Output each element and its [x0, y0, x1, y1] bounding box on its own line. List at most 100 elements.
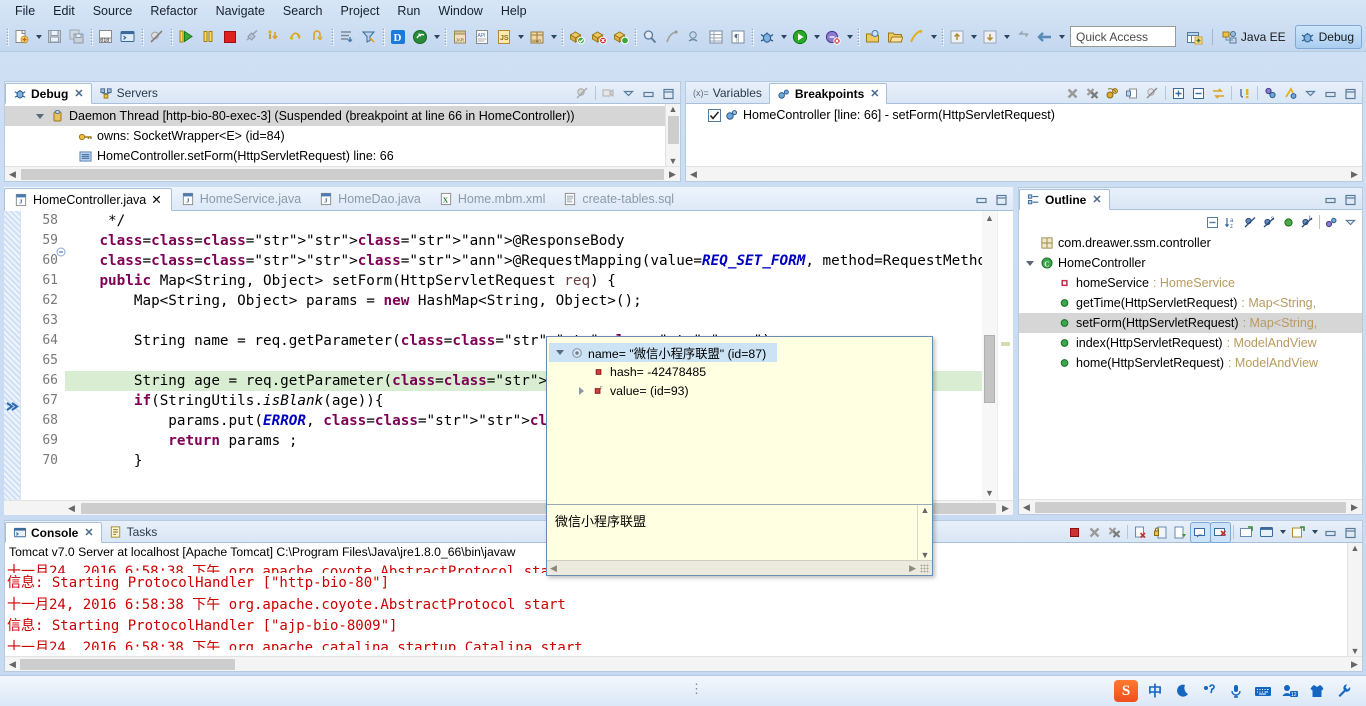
new-console-icon[interactable] — [1289, 523, 1308, 542]
paragraph-icon[interactable]: ¶ — [727, 26, 749, 48]
menu-source[interactable]: Source — [84, 1, 142, 21]
debug-tree-vscrollbar[interactable]: ▲ ▼ — [665, 104, 680, 166]
hide-fields-icon[interactable] — [1241, 213, 1260, 232]
hide-local-types-icon[interactable]: L — [1298, 213, 1317, 232]
code-line[interactable]: Map<String, Object> params = new HashMap… — [65, 291, 982, 311]
minimize-icon[interactable] — [639, 84, 658, 103]
breakpoint-checkbox[interactable] — [708, 108, 721, 122]
scroll-right-icon[interactable]: ▶ — [1347, 502, 1362, 513]
user-box-icon[interactable]: 12 — [1280, 680, 1300, 702]
perspective-debug[interactable]: Debug — [1294, 25, 1362, 49]
outline-row[interactable]: com.dreawer.ssm.controller — [1019, 233, 1362, 253]
menu-help[interactable]: Help — [492, 1, 536, 21]
tab-variables[interactable]: (x)= Variables — [686, 82, 769, 103]
scroll-down-icon[interactable]: ▼ — [666, 156, 681, 166]
spring-icon[interactable] — [409, 26, 431, 48]
menu-refactor[interactable]: Refactor — [141, 1, 206, 21]
scroll-up-icon[interactable]: ▲ — [982, 213, 997, 223]
close-icon[interactable]: ✕ — [870, 87, 879, 100]
tab-debug[interactable]: Debug ✕ — [5, 83, 92, 104]
quick-access-input[interactable]: Quick Access — [1070, 26, 1176, 47]
editor-tab-1[interactable]: J HomeService.java — [172, 187, 310, 210]
tab-console[interactable]: Console ✕ — [5, 522, 102, 543]
scrollbar-thumb[interactable] — [667, 116, 679, 144]
toolbar-grip[interactable] — [90, 27, 93, 46]
remove-breakpoint-icon[interactable] — [1063, 84, 1082, 103]
outline-row[interactable]: setForm(HttpServletRequest) : Map<String… — [1019, 313, 1362, 333]
display-selected-console-icon[interactable] — [1210, 521, 1231, 543]
remove-launch-icon[interactable] — [1085, 523, 1104, 542]
drop-to-frame-icon[interactable] — [336, 26, 358, 48]
tab-servers[interactable]: Servers — [92, 82, 165, 103]
menu-project[interactable]: Project — [332, 1, 389, 21]
clear-console-icon[interactable] — [1131, 523, 1150, 542]
outline-row[interactable]: C HomeController — [1019, 253, 1362, 273]
scroll-right-icon[interactable]: ▶ — [998, 503, 1013, 514]
close-icon[interactable]: ✕ — [1092, 193, 1101, 206]
back-icon[interactable] — [1034, 26, 1056, 48]
breakpoint-group-icon[interactable] — [1261, 84, 1280, 103]
tab-breakpoints[interactable]: Breakpoints ✕ — [768, 83, 888, 104]
close-icon[interactable]: ✕ — [84, 526, 93, 539]
expand-twisty[interactable] — [553, 346, 566, 359]
api-doc-icon[interactable]: API — [471, 26, 493, 48]
hide-static-icon[interactable]: s — [1260, 213, 1279, 232]
scroll-left-icon[interactable]: ◀ — [686, 169, 701, 180]
variable-row[interactable]: Fvalue= (id=93) — [571, 381, 930, 400]
scrollbar-thumb[interactable] — [21, 168, 664, 180]
taskbar-overflow-icon[interactable]: ⋮ — [690, 681, 704, 697]
editor-marker-bar[interactable] — [4, 211, 21, 500]
chevron-down-icon[interactable] — [1309, 521, 1320, 543]
outline-row[interactable]: home(HttpServletRequest) : ModelAndView — [1019, 353, 1362, 373]
search-icon[interactable] — [639, 26, 661, 48]
suspend-icon[interactable] — [197, 26, 219, 48]
toolbar-grip[interactable] — [857, 27, 860, 46]
breakpoint-type-icon[interactable] — [1281, 84, 1300, 103]
step-over-icon[interactable] — [285, 26, 307, 48]
maximize-icon[interactable] — [992, 190, 1011, 209]
pin-console-icon[interactable] — [1190, 521, 1211, 543]
code-line[interactable] — [65, 311, 982, 331]
toolbar-grip[interactable] — [751, 27, 754, 46]
editor-tab-0[interactable]: J HomeController.java ✕ — [4, 188, 172, 211]
chevron-down-icon[interactable] — [548, 26, 559, 48]
toolbar-grip[interactable] — [561, 27, 564, 46]
sogou-logo-icon[interactable]: S — [1114, 680, 1138, 702]
menu-file[interactable]: File — [6, 1, 44, 21]
sort-icon[interactable]: az — [1222, 213, 1241, 232]
show-console-on-output-icon[interactable] — [1171, 523, 1190, 542]
hex-editor-icon[interactable]: 010 — [95, 26, 117, 48]
editor-tab-4[interactable]: create-tables.sql — [554, 187, 683, 210]
last-edit-location-icon[interactable] — [1012, 26, 1034, 48]
open-perspective-icon[interactable] — [1183, 25, 1207, 49]
maximize-icon[interactable] — [1341, 523, 1360, 542]
toolbar-grip[interactable] — [444, 27, 447, 46]
resume-icon[interactable] — [175, 26, 197, 48]
collapse-all-icon[interactable] — [1203, 213, 1222, 232]
mylyn-focus-icon[interactable] — [683, 26, 705, 48]
menu-edit[interactable]: Edit — [44, 1, 84, 21]
menu-run[interactable]: Run — [388, 1, 429, 21]
next-annotation-icon[interactable] — [979, 26, 1001, 48]
add-exception-breakpoint-icon[interactable] — [1235, 84, 1254, 103]
code-line[interactable]: */ — [65, 211, 982, 231]
close-icon[interactable]: ✕ — [74, 87, 83, 100]
punctuation-icon[interactable] — [1199, 680, 1219, 702]
breakpoints-hscrollbar[interactable]: ◀ ▶ — [686, 166, 1362, 181]
scroll-right-icon[interactable]: ▶ — [1347, 169, 1362, 180]
open-task-icon[interactable] — [661, 26, 683, 48]
prev-annotation-icon[interactable] — [946, 26, 968, 48]
external-tools-icon[interactable] — [822, 26, 844, 48]
hide-non-public-icon[interactable] — [1279, 213, 1298, 232]
open-resource-icon[interactable] — [884, 26, 906, 48]
remove-all-breakpoints-icon[interactable] — [1083, 84, 1102, 103]
toolbar-grip[interactable] — [634, 27, 637, 46]
expand-twisty[interactable] — [33, 110, 46, 123]
toolbar-grip[interactable] — [382, 27, 385, 46]
table-icon[interactable] — [705, 26, 727, 48]
menu-window[interactable]: Window — [429, 1, 491, 21]
variable-detail-pane[interactable]: 微信小程序联盟 ▲ ▼ — [547, 504, 932, 560]
debug-tree-hscrollbar[interactable]: ◀ ▶ — [5, 166, 680, 181]
chevron-down-icon[interactable] — [1277, 521, 1288, 543]
collapse-all-icon[interactable] — [1189, 84, 1208, 103]
